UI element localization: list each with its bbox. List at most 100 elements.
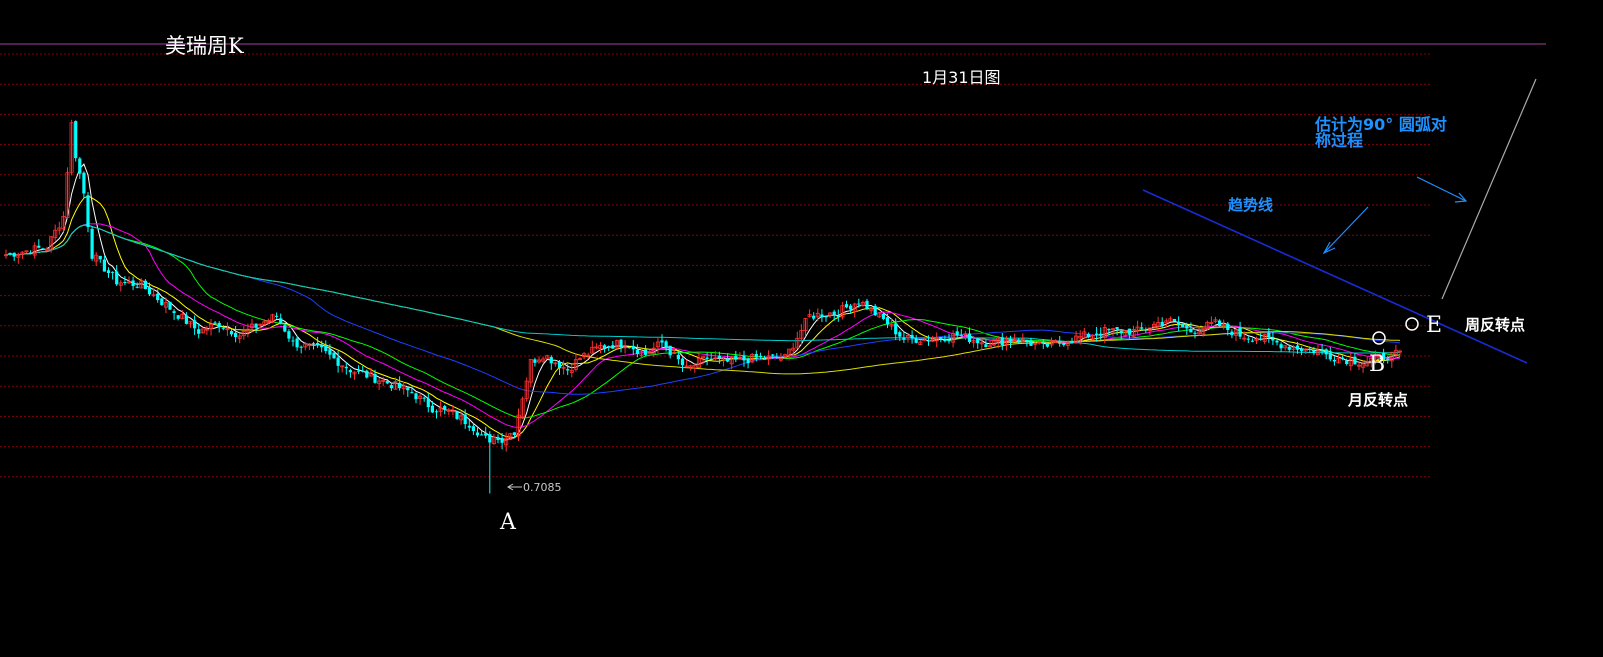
candle: [992, 338, 997, 347]
candle: [426, 393, 430, 413]
candle: [61, 211, 66, 232]
chart-title: 美瑞周K: [165, 34, 244, 58]
candle: [635, 344, 639, 358]
candle: [352, 371, 357, 380]
candle: [1000, 333, 1004, 351]
candle: [102, 255, 106, 272]
candle: [976, 337, 980, 349]
candle: [37, 239, 41, 249]
candle: [598, 342, 603, 354]
candle: [578, 357, 583, 361]
candle: [1348, 352, 1353, 371]
candle: [1127, 328, 1131, 339]
arc-arrow-icon: [1416, 176, 1468, 203]
candle: [1238, 321, 1242, 340]
candle: [709, 352, 713, 361]
candle: [82, 171, 86, 199]
candle: [865, 298, 869, 310]
candle: [135, 282, 139, 289]
candle: [619, 338, 623, 353]
candle: [229, 328, 234, 337]
candle: [398, 376, 402, 391]
ma-line-10: [5, 195, 1401, 439]
candle: [594, 343, 599, 350]
trend-arrow-icon: [1322, 206, 1369, 255]
candle: [414, 392, 418, 404]
point-e-marker: [1405, 317, 1419, 331]
candle: [1300, 346, 1304, 356]
candle: [316, 337, 320, 348]
candle: [361, 365, 365, 373]
candle: [118, 280, 123, 292]
candle: [184, 312, 188, 325]
candle: [446, 407, 451, 416]
candle: [1279, 342, 1283, 352]
moving-average-lines: [5, 163, 1401, 441]
low-marker-arrow-icon: [507, 483, 522, 491]
candle: [504, 432, 509, 452]
trend-line: [1142, 189, 1528, 364]
candle: [193, 315, 197, 335]
candle: [123, 276, 127, 286]
candle: [111, 271, 115, 280]
candle: [168, 301, 172, 310]
candle: [803, 318, 808, 337]
candle: [90, 226, 94, 261]
candle: [204, 325, 209, 335]
candle: [959, 329, 963, 336]
candle: [696, 352, 701, 369]
candle: [471, 423, 475, 435]
candle: [20, 251, 25, 259]
candle: [918, 340, 923, 346]
candle: [377, 378, 382, 390]
point-e-label: E: [1426, 313, 1443, 338]
candle: [516, 408, 521, 442]
candle: [545, 354, 550, 359]
point-b-label: B: [1369, 352, 1386, 377]
candle: [873, 303, 877, 316]
candle: [1135, 320, 1140, 336]
candle: [172, 309, 176, 320]
candle: [607, 345, 611, 352]
candle: [1140, 322, 1144, 331]
candle: [1328, 347, 1332, 362]
candle: [53, 224, 58, 241]
candle: [1209, 316, 1214, 327]
candle: [270, 313, 275, 324]
candle: [24, 250, 29, 253]
arc-estimate-line-2: 称过程: [1315, 131, 1364, 150]
candle: [684, 359, 689, 368]
candle: [611, 341, 615, 349]
candle: [1398, 349, 1403, 356]
candle: [241, 325, 246, 340]
candle: [955, 327, 959, 339]
candle: [406, 386, 410, 397]
week-reversal-label: 周反转点: [1465, 316, 1526, 334]
candle: [795, 331, 800, 349]
low-value-label: 0.7085: [523, 481, 562, 494]
candle: [1168, 316, 1173, 322]
candle: [45, 246, 50, 251]
candle: [115, 265, 119, 286]
candle: [1177, 316, 1181, 332]
candle: [208, 319, 213, 336]
trend-line-label: 趋势线: [1228, 196, 1274, 214]
candle: [807, 309, 812, 318]
candle: [614, 339, 619, 350]
candle: [291, 336, 295, 347]
candle: [69, 119, 74, 176]
candle: [726, 353, 730, 363]
candle: [340, 365, 345, 373]
candle: [94, 251, 99, 267]
candle: [869, 307, 874, 314]
candle: [828, 312, 833, 318]
candle: [1218, 319, 1222, 327]
candle: [365, 369, 369, 379]
candle: [533, 357, 537, 367]
candle: [623, 340, 628, 354]
ma-line-5: [5, 163, 1401, 441]
candle: [631, 340, 635, 355]
candle: [389, 383, 393, 391]
candle: [734, 350, 738, 363]
candle: [98, 255, 102, 263]
